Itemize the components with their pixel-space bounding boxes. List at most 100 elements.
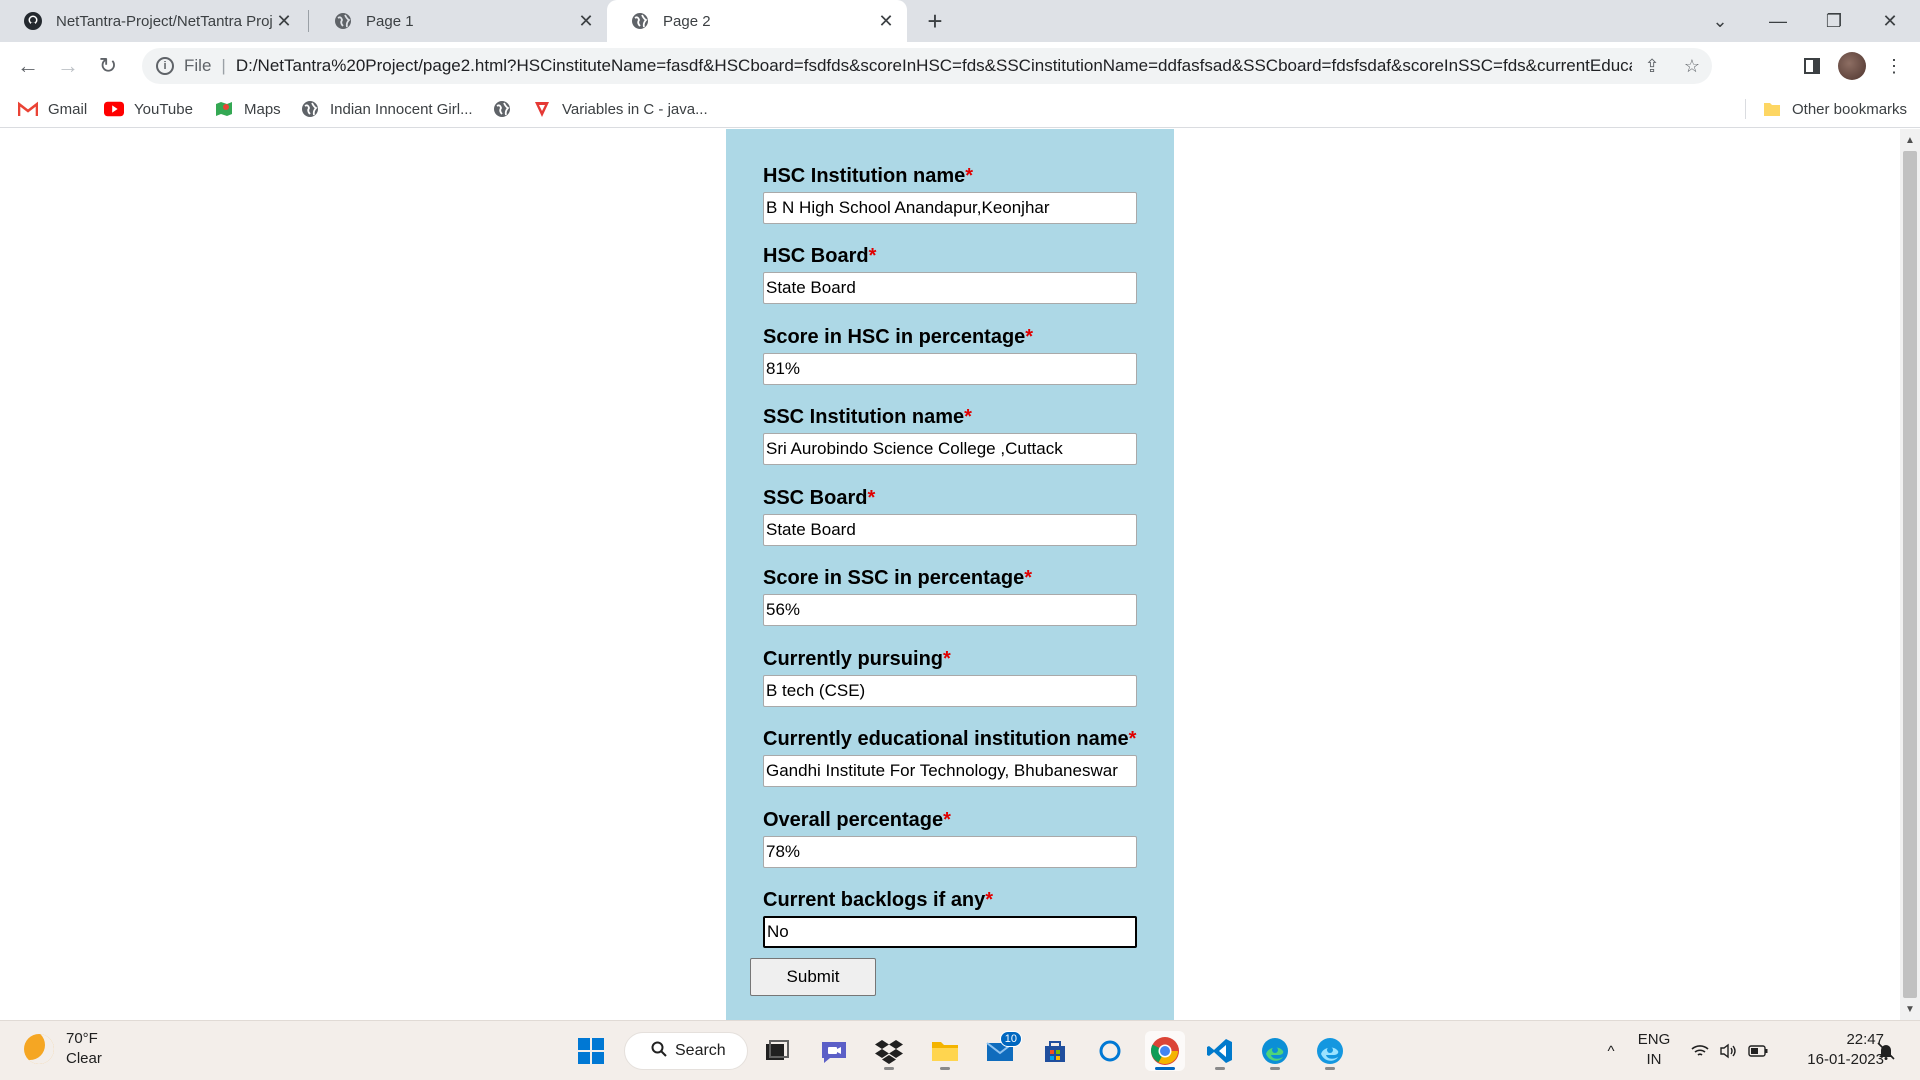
back-button[interactable]: ← [12,50,44,82]
weather-temp: 70°F [66,1030,98,1047]
close-tab-icon[interactable]: ✕ [273,10,295,32]
field-label: Currently pursuing* [763,648,951,670]
other-bookmarks[interactable]: Other bookmarks [1762,90,1907,128]
system-clock[interactable]: 22:47 16-01-2023 [1784,1030,1884,1070]
wifi-icon[interactable] [1686,1021,1714,1080]
weather-widget[interactable]: 70°F Clear [24,1029,102,1069]
tab-github[interactable]: NetTantra-Project/NetTantra Proj ✕ [0,0,305,42]
page-scrollbar[interactable]: ▲ ▼ [1900,129,1920,1020]
taskbar-search[interactable]: Search [624,1032,748,1070]
url-scheme: File [184,56,212,75]
bookmark-label: Indian Innocent Girl... [330,100,473,118]
overall-percentage-field: Overall percentage* [763,806,1137,868]
scroll-up-arrow-icon[interactable]: ▲ [1900,131,1920,149]
hsc-score-field: Score in HSC in percentage* [763,323,1137,385]
notification-bell-icon[interactable] [1872,1021,1900,1080]
search-icon [651,1041,667,1062]
bookmark-globe[interactable] [492,90,522,128]
current-institution-input[interactable] [763,755,1137,787]
scroll-down-arrow-icon[interactable]: ▼ [1900,1000,1920,1018]
profile-avatar[interactable] [1838,52,1866,80]
running-indicator [1155,1067,1175,1070]
ssc-score-input[interactable] [763,594,1137,626]
bookmarks-bar: Gmail YouTube Maps Indian Innocent Girl.… [0,90,1920,128]
new-tab-button[interactable]: + [920,6,950,36]
backlogs-input[interactable] [763,916,1137,948]
start-button[interactable] [571,1031,611,1071]
field-label: Overall percentage* [763,809,951,831]
running-indicator [884,1067,894,1070]
reload-button[interactable]: ↻ [92,50,124,82]
education-form: HSC Institution name* HSC Board* Score i… [726,129,1174,1020]
close-window-button[interactable]: ✕ [1862,0,1918,42]
edge-beta-icon[interactable] [1310,1031,1350,1071]
hsc-institution-input[interactable] [763,192,1137,224]
minimize-button[interactable]: — [1750,0,1806,42]
dropbox-icon[interactable] [869,1031,909,1071]
bookmark-gmail[interactable]: Gmail [18,90,87,128]
microsoft-store-icon[interactable] [1035,1031,1075,1071]
ssc-board-input[interactable] [763,514,1137,546]
ssc-board-field: SSC Board* [763,484,1137,546]
side-panel-icon[interactable] [1796,50,1828,82]
language-indicator[interactable]: ENG IN [1636,1030,1672,1070]
tab-title: NetTantra-Project/NetTantra Proj [56,12,273,30]
edge-icon[interactable] [1255,1031,1295,1071]
battery-icon[interactable] [1744,1021,1772,1080]
menu-kebab-icon[interactable]: ⋮ [1878,50,1910,82]
share-icon[interactable]: ⇪ [1632,48,1672,84]
bookmark-maps[interactable]: Maps [214,90,281,128]
address-bar[interactable]: i File | D:/NetTantra%20Project/page2.ht… [142,48,1712,84]
hsc-score-input[interactable] [763,353,1137,385]
field-label: Currently educational institution name* [763,728,1137,750]
forward-button[interactable]: → [52,50,84,82]
tab-strip: NetTantra-Project/NetTantra Proj ✕ Page … [0,0,1920,42]
folder-icon [1762,99,1782,119]
search-label: Search [675,1042,726,1059]
close-tab-icon[interactable]: ✕ [875,10,897,32]
task-view-icon[interactable] [757,1031,797,1071]
close-tab-icon[interactable]: ✕ [575,10,597,32]
bookmark-label: Gmail [48,100,88,118]
volume-icon[interactable] [1714,1021,1742,1080]
mail-icon[interactable]: 10 [980,1031,1022,1071]
clock-time: 22:47 [1846,1031,1884,1048]
windows-taskbar: 70°F Clear Search 10 ^ ENG IN 22:47 16-0… [0,1020,1920,1080]
info-icon[interactable]: i [156,57,174,75]
vscode-icon[interactable] [1200,1031,1240,1071]
teams-chat-icon[interactable] [814,1031,854,1071]
tab-search-chevron-icon[interactable]: ⌄ [1692,0,1748,42]
field-label: Score in SSC in percentage* [763,567,1032,589]
running-indicator [940,1067,950,1070]
submit-button[interactable]: Submit [750,958,876,996]
browser-toolbar: ← → ↻ i File | D:/NetTantra%20Project/pa… [0,42,1920,90]
ssc-institution-input[interactable] [763,433,1137,465]
tab-page-1[interactable]: Page 1 ✕ [310,0,607,42]
windows-icon [578,1038,604,1064]
tab-page-2[interactable]: Page 2 ✕ [607,0,907,42]
overall-percentage-input[interactable] [763,836,1137,868]
hsc-board-input[interactable] [763,272,1137,304]
bookmark-star-icon[interactable]: ☆ [1672,48,1712,84]
gmail-icon [18,99,38,119]
javatpoint-icon [532,99,552,119]
bookmark-indian-innocent[interactable]: Indian Innocent Girl... [300,90,473,128]
hsc-board-field: HSC Board* [763,242,1137,304]
url-text[interactable]: D:/NetTantra%20Project/page2.html?HSCins… [236,56,1632,76]
show-hidden-icons-chevron-icon[interactable]: ^ [1596,1021,1626,1080]
scroll-thumb[interactable] [1903,151,1917,998]
cortana-icon[interactable] [1090,1031,1130,1071]
chrome-icon[interactable] [1145,1031,1185,1071]
tab-title: Page 2 [663,12,711,30]
tab-title: Page 1 [366,12,414,30]
bookmark-label: Variables in C - java... [562,100,708,118]
restore-button[interactable]: ❐ [1806,0,1862,42]
github-icon [22,10,44,32]
currently-pursuing-input[interactable] [763,675,1137,707]
field-label: SSC Institution name* [763,406,972,428]
bookmark-youtube[interactable]: YouTube [104,90,193,128]
currently-pursuing-field: Currently pursuing* [763,645,1137,707]
file-explorer-icon[interactable] [925,1031,965,1071]
bookmark-variables-in-c[interactable]: Variables in C - java... [532,90,708,128]
other-bookmarks-label: Other bookmarks [1792,100,1908,118]
